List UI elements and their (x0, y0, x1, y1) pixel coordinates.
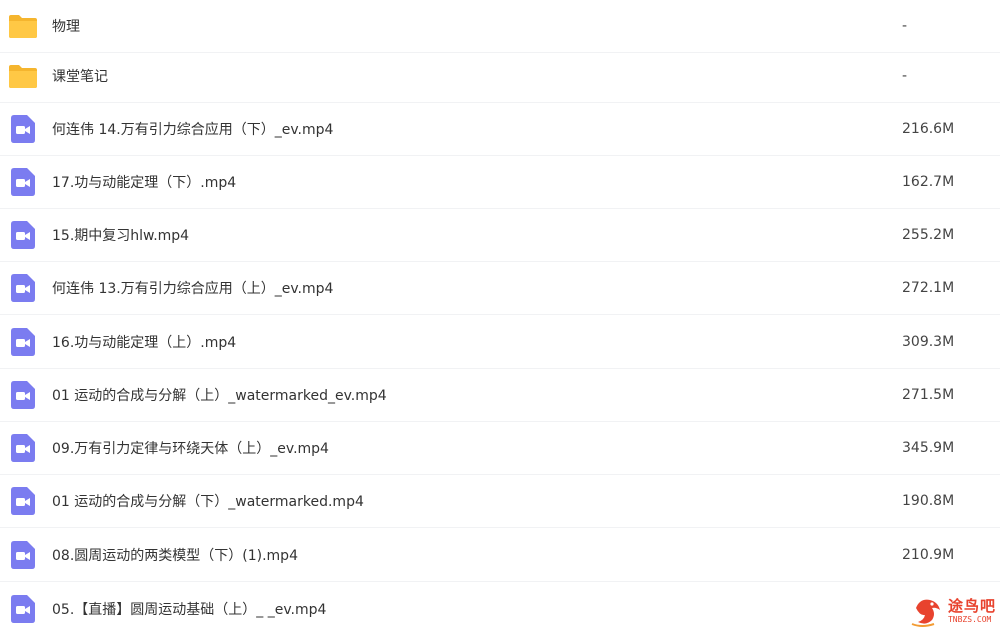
file-name[interactable]: 课堂笔记 (52, 66, 108, 86)
list-item[interactable]: 何连伟 13.万有引力综合应用（上）_ev.mp4 272.1M (0, 262, 1000, 315)
video-file-icon (8, 167, 38, 197)
list-item[interactable]: 01 运动的合成与分解（下）_watermarked.mp4 190.8M (0, 475, 1000, 528)
video-file-icon (8, 380, 38, 410)
video-file-icon (8, 486, 38, 516)
file-name[interactable]: 何连伟 14.万有引力综合应用（下）_ev.mp4 (52, 119, 333, 139)
file-list: 物理 - 课堂笔记 - 何连伟 14.万有引力综合应用（下）_ev.mp4 21… (0, 0, 1000, 631)
video-file-icon (8, 594, 38, 624)
list-item[interactable]: 15.期中复习hlw.mp4 255.2M (0, 209, 1000, 262)
file-name[interactable]: 01 运动的合成与分解（下）_watermarked.mp4 (52, 491, 364, 511)
file-name[interactable]: 16.功与动能定理（上）.mp4 (52, 332, 236, 352)
list-item[interactable]: 物理 - (0, 0, 1000, 53)
file-size: 210.9M (902, 547, 955, 563)
video-file-icon (8, 220, 38, 250)
file-name[interactable]: 05.【直播】圆周运动基础（上）_ _ev.mp4 (52, 599, 326, 619)
watermark-subtitle: TNBZS.COM (947, 615, 992, 624)
watermark-title: 途鸟吧 (947, 597, 996, 615)
list-item[interactable]: 17.功与动能定理（下）.mp4 162.7M (0, 156, 1000, 209)
file-size: 345.9M (902, 440, 955, 456)
list-item[interactable]: 08.圆周运动的两类模型（下）(1).mp4 210.9M (0, 529, 1000, 582)
list-item[interactable]: 16.功与动能定理（上）.mp4 309.3M (0, 316, 1000, 369)
file-size: 216.6M (902, 121, 955, 137)
file-name[interactable]: 何连伟 13.万有引力综合应用（上）_ev.mp4 (52, 278, 333, 298)
file-name[interactable]: 17.功与动能定理（下）.mp4 (52, 172, 236, 192)
file-size: - (902, 68, 908, 84)
list-item[interactable]: 05.【直播】圆周运动基础（上）_ _ev.mp4 (0, 582, 1000, 631)
file-size: 271.5M (902, 387, 955, 403)
watermark: 途鸟吧 TNBZS.COM (900, 593, 996, 629)
file-size: 272.1M (902, 280, 955, 296)
file-name[interactable]: 09.万有引力定律与环绕天体（上）_ev.mp4 (52, 438, 329, 458)
file-name[interactable]: 01 运动的合成与分解（上）_watermarked_ev.mp4 (52, 385, 387, 405)
list-item[interactable]: 课堂笔记 - (0, 50, 1000, 103)
folder-icon (8, 11, 38, 41)
list-item[interactable]: 何连伟 14.万有引力综合应用（下）_ev.mp4 216.6M (0, 103, 1000, 156)
file-name[interactable]: 物理 (52, 16, 80, 36)
file-size: 190.8M (902, 493, 955, 509)
video-file-icon (8, 114, 38, 144)
file-size: 162.7M (902, 174, 955, 190)
video-file-icon (8, 433, 38, 463)
list-item[interactable]: 01 运动的合成与分解（上）_watermarked_ev.mp4 271.5M (0, 369, 1000, 422)
file-size: - (902, 18, 908, 34)
watermark-text: 途鸟吧 TNBZS.COM (947, 597, 996, 625)
video-file-icon (8, 327, 38, 357)
list-item[interactable]: 09.万有引力定律与环绕天体（上）_ev.mp4 345.9M (0, 422, 1000, 475)
file-name[interactable]: 08.圆周运动的两类模型（下）(1).mp4 (52, 545, 298, 565)
video-file-icon (8, 540, 38, 570)
file-size: 255.2M (902, 227, 955, 243)
file-size: 309.3M (902, 334, 955, 350)
bird-logo-icon (911, 599, 940, 627)
video-file-icon (8, 273, 38, 303)
folder-icon (8, 61, 38, 91)
file-name[interactable]: 15.期中复习hlw.mp4 (52, 225, 189, 245)
